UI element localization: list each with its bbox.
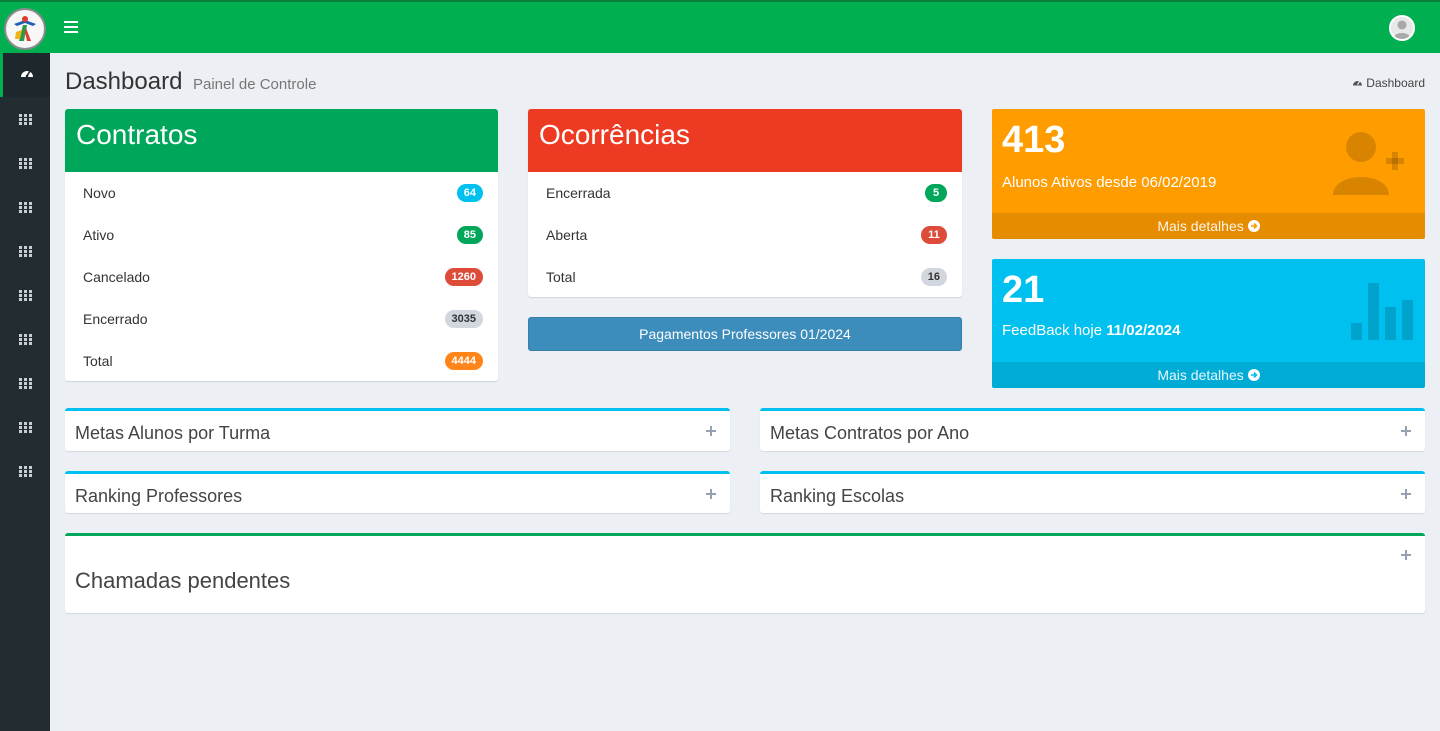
- sidebar-item-7[interactable]: [0, 361, 50, 405]
- list-item-label: Cancelado: [83, 269, 150, 285]
- panel-title: Ranking Professores: [75, 486, 243, 506]
- grid-icon: [18, 377, 32, 389]
- list-item-label: Novo: [83, 185, 116, 201]
- details-link-label: Mais detalhes: [1157, 218, 1244, 234]
- feedback-date: 11/02/2024: [1106, 322, 1181, 339]
- metas-contratos-panel: Metas Contratos por Ano: [760, 408, 1425, 451]
- panel-title: Chamadas pendentes: [75, 568, 291, 593]
- list-item-label: Total: [546, 269, 576, 285]
- expand-plus-icon[interactable]: [706, 426, 716, 436]
- list-item[interactable]: Novo 64: [65, 172, 498, 214]
- alunos-description: Alunos Ativos desde 06/02/2019: [1002, 174, 1217, 191]
- ocorrencias-box: Ocorrências Encerrada 5 Aberta 11 Total …: [528, 109, 962, 297]
- feedback-details-link[interactable]: Mais detalhes: [992, 362, 1425, 388]
- list-item-label: Total: [83, 353, 113, 369]
- grid-icon: [18, 157, 32, 169]
- sidebar-item-3[interactable]: [0, 185, 50, 229]
- menu-toggle-icon[interactable]: [62, 18, 80, 36]
- metas-alunos-panel: Metas Alunos por Turma: [65, 408, 730, 451]
- sidebar-item-8[interactable]: [0, 405, 50, 449]
- grid-icon: [18, 421, 32, 433]
- count-badge: 4444: [444, 352, 483, 370]
- count-badge: 16: [920, 268, 947, 286]
- count-badge: 85: [456, 226, 483, 244]
- grid-icon: [18, 333, 32, 345]
- bar-chart-icon: [1351, 283, 1415, 346]
- page-title: Dashboard: [65, 68, 183, 95]
- feedback-box: 21 FeedBack hoje 11/02/2024 Mais detalhe…: [992, 259, 1425, 388]
- sidebar: [0, 53, 50, 731]
- expand-plus-icon[interactable]: [1401, 489, 1411, 499]
- sidebar-item-4[interactable]: [0, 229, 50, 273]
- dashboard-icon: [1352, 76, 1363, 90]
- contratos-box: Contratos Novo 64 Ativo 85 Cancelado 126…: [65, 109, 498, 381]
- expand-plus-icon[interactable]: [1401, 550, 1411, 560]
- sidebar-item-2[interactable]: [0, 141, 50, 185]
- arrow-circle-right-icon: [1247, 218, 1260, 234]
- user-plus-icon: [1333, 127, 1405, 202]
- pagamentos-professores-button[interactable]: Pagamentos Professores 01/2024: [528, 317, 962, 351]
- feedback-count: 21: [1002, 269, 1045, 311]
- count-badge: 11: [921, 226, 947, 244]
- arrow-circle-right-icon: [1247, 367, 1260, 383]
- list-item[interactable]: Encerrado 3035: [65, 298, 498, 340]
- chamadas-pendentes-panel: Chamadas pendentes: [65, 533, 1425, 613]
- ocorrencias-title: Ocorrências: [528, 109, 962, 172]
- alunos-details-link[interactable]: Mais detalhes: [992, 213, 1425, 239]
- dashboard-icon: [20, 66, 34, 84]
- sidebar-item-6[interactable]: [0, 317, 50, 361]
- details-link-label: Mais detalhes: [1157, 367, 1244, 383]
- list-item[interactable]: Total 4444: [65, 340, 498, 382]
- sidebar-item-5[interactable]: [0, 273, 50, 317]
- app-logo[interactable]: [4, 8, 46, 50]
- user-avatar[interactable]: [1389, 15, 1415, 41]
- top-navbar: [0, 0, 1440, 53]
- list-item-label: Ativo: [83, 227, 115, 243]
- list-item[interactable]: Ativo 85: [65, 214, 498, 256]
- breadcrumb[interactable]: Dashboard: [1352, 76, 1425, 90]
- expand-plus-icon[interactable]: [1401, 426, 1411, 436]
- panel-title: Metas Contratos por Ano: [770, 423, 970, 443]
- count-badge: 64: [456, 184, 483, 202]
- list-item[interactable]: Encerrada 5: [528, 172, 962, 214]
- panel-title: Metas Alunos por Turma: [75, 423, 271, 443]
- ranking-professores-panel: Ranking Professores: [65, 471, 730, 513]
- grid-icon: [18, 465, 32, 477]
- breadcrumb-label: Dashboard: [1366, 76, 1425, 90]
- grid-icon: [18, 245, 32, 257]
- count-badge: 1260: [444, 268, 483, 286]
- sidebar-item-dashboard[interactable]: [0, 53, 50, 97]
- panel-title: Ranking Escolas: [770, 486, 905, 506]
- list-item-label: Encerrada: [546, 185, 611, 201]
- alunos-ativos-box: 413 Alunos Ativos desde 06/02/2019 Mais …: [992, 109, 1425, 239]
- list-item-label: Encerrado: [83, 311, 148, 327]
- grid-icon: [18, 113, 32, 125]
- sidebar-item-1[interactable]: [0, 97, 50, 141]
- feedback-description: FeedBack hoje 11/02/2024: [1002, 322, 1180, 339]
- count-badge: 5: [925, 184, 947, 202]
- list-item[interactable]: Aberta 11: [528, 214, 962, 256]
- count-badge: 3035: [444, 310, 483, 328]
- grid-icon: [18, 201, 32, 213]
- sidebar-item-9[interactable]: [0, 449, 50, 493]
- ranking-escolas-panel: Ranking Escolas: [760, 471, 1425, 513]
- alunos-count: 413: [1002, 119, 1066, 161]
- list-item-label: Aberta: [546, 227, 588, 243]
- expand-plus-icon[interactable]: [706, 489, 716, 499]
- list-item[interactable]: Cancelado 1260: [65, 256, 498, 298]
- feedback-description-prefix: FeedBack hoje: [1002, 322, 1107, 339]
- contratos-title: Contratos: [65, 109, 498, 172]
- page-subtitle: Painel de Controle: [193, 76, 317, 93]
- list-item[interactable]: Total 16: [528, 256, 962, 298]
- grid-icon: [18, 289, 32, 301]
